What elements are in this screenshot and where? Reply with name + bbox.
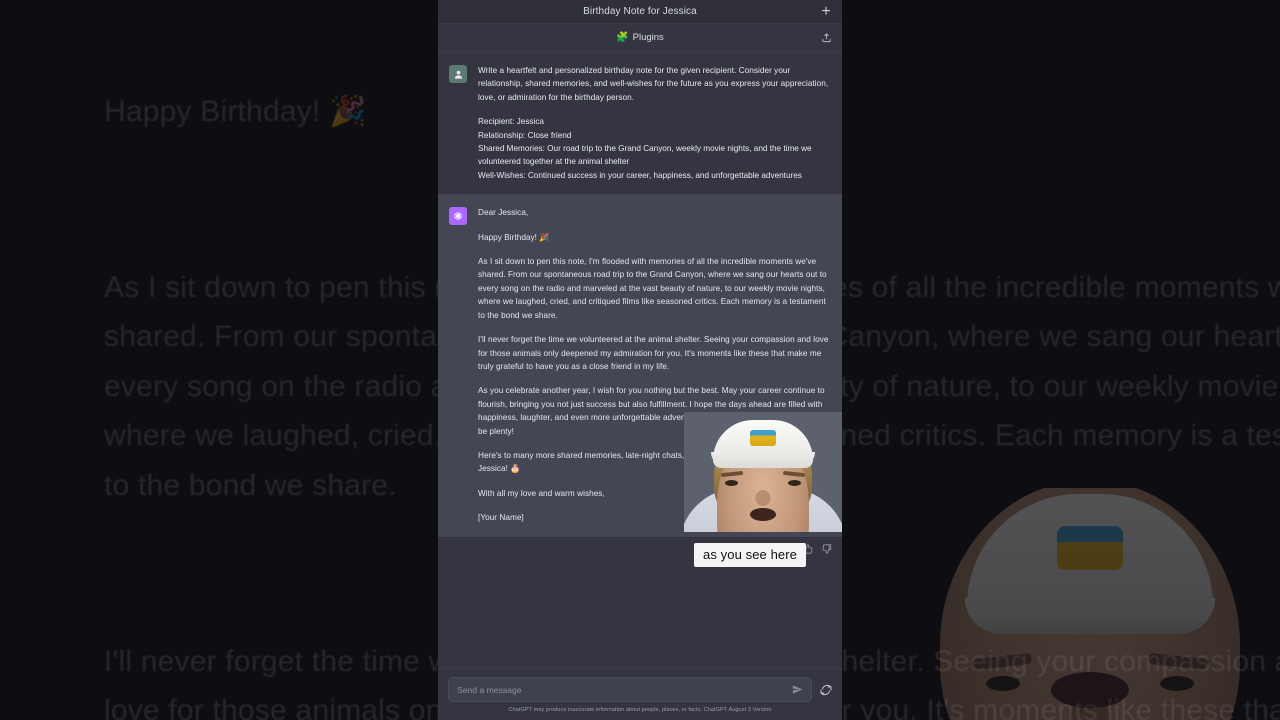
mouth: [750, 508, 776, 521]
subtitle-caption: as you see here: [694, 543, 807, 567]
user-prompt-paragraph: Write a heartfelt and personalized birth…: [478, 66, 829, 102]
message-list[interactable]: Write a heartfelt and personalized birth…: [438, 52, 842, 668]
regenerate-icon[interactable]: [820, 684, 832, 696]
openai-logo-icon: [449, 207, 467, 226]
plugins-selector[interactable]: 🧩 Plugins: [616, 32, 664, 43]
prompt-field-relationship: Relationship: Close friend: [478, 130, 572, 140]
assistant-paragraph: I'll never forget the time we volunteere…: [478, 335, 829, 371]
composer-box[interactable]: [448, 677, 812, 702]
composer-row: [448, 677, 832, 702]
prompt-field-recipient: Recipient: Jessica: [478, 117, 544, 127]
prompt-field-well-wishes: Well-Wishes: Continued success in your c…: [478, 170, 802, 180]
composer-area: ChatGPT may produce inaccurate informati…: [438, 668, 842, 720]
cap-logo-icon: [750, 430, 776, 446]
page-title: Birthday Note for Jessica: [583, 6, 697, 17]
user-message: Write a heartfelt and personalized birth…: [438, 52, 842, 195]
presenter-webcam: [684, 412, 842, 532]
eye-right: [1160, 676, 1194, 691]
send-icon[interactable]: [792, 684, 803, 695]
plugins-label: Plugins: [632, 32, 664, 43]
nose: [755, 490, 771, 506]
assistant-paragraph: Dear Jessica,: [478, 208, 529, 218]
assistant-paragraph: Happy Birthday! 🎉: [478, 232, 550, 242]
prompt-field-shared-memories: Shared Memories: Our road trip to the Gr…: [478, 144, 812, 167]
screen: Happy Birthday! 🎉 As I sit down to pen t…: [0, 0, 1280, 720]
eye-right: [788, 480, 801, 486]
share-icon[interactable]: [821, 32, 832, 43]
plus-icon[interactable]: +: [818, 3, 834, 20]
eye-left: [725, 480, 738, 486]
app-header: Birthday Note for Jessica +: [438, 0, 842, 24]
disclaimer-text: ChatGPT may produce inaccurate informati…: [508, 707, 772, 713]
chatgpt-app-panel: Birthday Note for Jessica + 🧩 Plugins Wr…: [438, 0, 842, 720]
eye-left: [986, 676, 1020, 691]
user-message-body: Write a heartfelt and personalized birth…: [478, 64, 832, 182]
assistant-paragraph: As I sit down to pen this note, I'm floo…: [478, 257, 827, 320]
background-presenter-face: [894, 488, 1280, 720]
user-avatar-icon: [449, 65, 467, 83]
puzzle-icon: 🧩: [616, 31, 629, 43]
mouth: [1051, 672, 1129, 708]
cap-logo-icon: [1057, 526, 1123, 570]
thumbs-down-icon[interactable]: [822, 543, 832, 554]
plugins-bar: 🧩 Plugins: [438, 24, 842, 52]
message-input[interactable]: [457, 684, 792, 695]
hamburger-icon[interactable]: [446, 4, 459, 20]
